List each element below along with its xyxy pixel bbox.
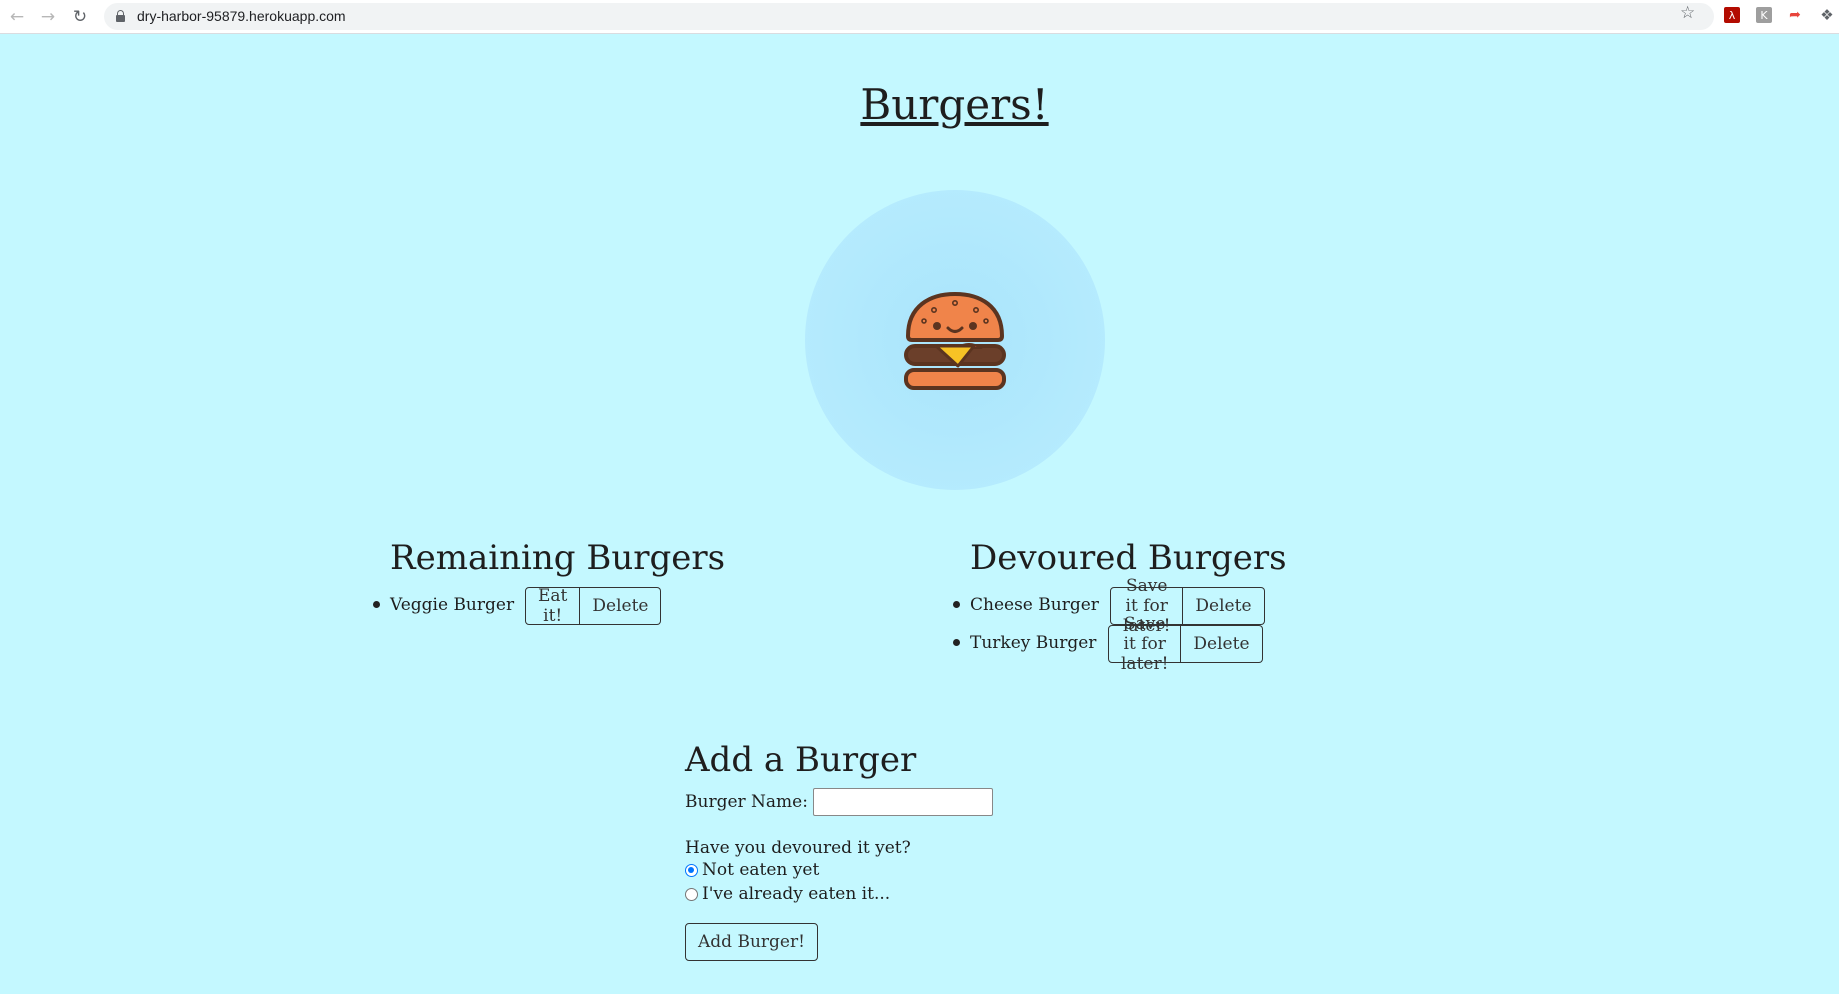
pdf-extension-icon[interactable]: λ — [1724, 7, 1740, 23]
burger-icon — [904, 291, 1006, 390]
add-burger-button[interactable]: Add Burger! — [685, 923, 818, 961]
delete-button[interactable]: Delete — [1183, 587, 1265, 625]
bookmark-star-icon[interactable]: ☆ — [1680, 3, 1695, 23]
delete-button[interactable]: Delete — [580, 587, 662, 625]
radio-button[interactable] — [685, 863, 698, 877]
burger-name: Veggie Burger — [390, 595, 515, 615]
list-item: Veggie Burger Eat it! Delete — [373, 586, 662, 626]
back-icon[interactable]: ← — [5, 5, 29, 29]
burger-name: Cheese Burger — [970, 595, 1099, 615]
radio-button[interactable] — [685, 887, 698, 901]
burger-name-row: Burger Name: — [685, 788, 993, 816]
add-burger-form: Add a Burger Burger Name: Have you devou… — [685, 740, 993, 961]
devoured-list: Cheese Burger Save it for later! Delete … — [953, 576, 1265, 674]
reload-icon[interactable]: ↻ — [68, 5, 92, 29]
radio-label[interactable]: Not eaten yet — [702, 860, 819, 880]
list-item: Turkey Burger Save it for later! Delete — [953, 614, 1263, 674]
devoured-actions: Save it for later! Delete — [1108, 614, 1263, 674]
remaining-list: Veggie Burger Eat it! Delete — [373, 586, 662, 626]
burger-name: Turkey Burger — [970, 633, 1097, 653]
puzzle-icon[interactable]: ❖ — [1819, 6, 1835, 24]
devoured-heading: Devoured Burgers — [970, 538, 1287, 578]
burger-name-input[interactable] — [812, 788, 993, 816]
delete-button[interactable]: Delete — [1181, 625, 1263, 663]
radio-option-eaten[interactable]: I've already eaten it... — [685, 882, 993, 906]
devoured-question: Have you devoured it yet? — [685, 838, 911, 858]
remaining-heading: Remaining Burgers — [390, 538, 726, 578]
extension-icon[interactable]: K — [1756, 7, 1772, 23]
bullet — [953, 639, 960, 646]
address-bar[interactable]: dry-harbor-95879.herokuapp.com — [104, 3, 1714, 30]
radio-option-not-eaten[interactable]: Not eaten yet — [685, 858, 993, 882]
lock-icon[interactable] — [116, 10, 125, 22]
browser-toolbar: ← → ↻ dry-harbor-95879.herokuapp.com ☆ λ… — [0, 0, 1839, 34]
forward-icon[interactable]: → — [36, 5, 60, 29]
add-burger-heading: Add a Burger — [685, 740, 917, 780]
bullet — [953, 601, 960, 608]
list-item: Cheese Burger Save it for later! Delete — [953, 576, 1265, 636]
burger-name-label: Burger Name: — [685, 792, 808, 812]
red-extension-icon[interactable]: ➦ — [1787, 7, 1803, 23]
url-text[interactable]: dry-harbor-95879.herokuapp.com — [137, 8, 346, 24]
page-title: Burgers! — [860, 80, 1049, 129]
eat-it-button[interactable]: Eat it! — [525, 586, 581, 626]
save-for-later-button[interactable]: Save it for later! — [1108, 614, 1182, 674]
bullet — [373, 601, 380, 608]
radio-label[interactable]: I've already eaten it... — [702, 884, 890, 904]
remaining-actions: Eat it! Delete — [525, 586, 662, 626]
